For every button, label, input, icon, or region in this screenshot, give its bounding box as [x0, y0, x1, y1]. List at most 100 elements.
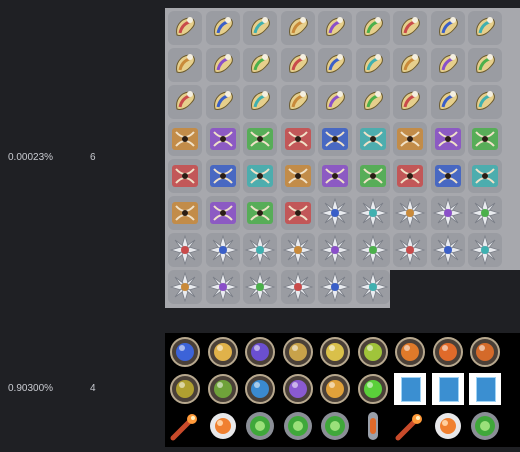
flower-icon [243, 270, 277, 304]
scroll-icon [393, 85, 427, 119]
eye-icon [282, 410, 314, 442]
flower-icon [468, 233, 502, 267]
scroll-icon [468, 48, 502, 82]
scroll-icon [243, 85, 277, 119]
orb-icon [282, 373, 314, 405]
scroll-icon [205, 48, 240, 82]
comet-icon [169, 410, 201, 442]
scroll-icon [205, 11, 240, 45]
rune-icon [205, 196, 240, 230]
rune-icon [243, 196, 277, 230]
rune-icon [393, 159, 427, 193]
rune-icon [430, 159, 465, 193]
drop-rate: 0.00023% [8, 152, 54, 163]
rune-icon [468, 122, 502, 156]
flower-icon [318, 233, 352, 267]
ring-icon [207, 410, 239, 442]
rune-icon [355, 159, 390, 193]
flower-icon [430, 196, 465, 230]
orb-icon [394, 336, 426, 368]
orb-icon [469, 336, 501, 368]
drop-rate: 0.90300% [8, 383, 54, 394]
eye-icon [244, 410, 276, 442]
flower-icon [168, 270, 202, 304]
scroll-icon [318, 11, 352, 45]
comet-icon [394, 410, 426, 442]
orb-icon [169, 336, 201, 368]
scroll-icon [168, 11, 202, 45]
rune-icon [355, 122, 390, 156]
scroll-icon [318, 85, 352, 119]
flower-icon [205, 270, 240, 304]
orb-icon [244, 336, 276, 368]
card-icon [394, 373, 426, 405]
orb-icon [207, 373, 239, 405]
orb-icon [169, 373, 201, 405]
flower-icon [355, 196, 390, 230]
scroll-icon [205, 85, 240, 119]
flower-icon [280, 233, 315, 267]
drop-row[interactable]: 0.00023% 6 [0, 0, 520, 325]
scroll-icon [318, 48, 352, 82]
orb-icon [207, 336, 239, 368]
flower-icon [318, 196, 352, 230]
drop-count: 4 [90, 383, 96, 394]
scroll-icon [168, 85, 202, 119]
rune-icon [318, 159, 352, 193]
rune-icon [280, 159, 315, 193]
card-icon [431, 373, 464, 405]
scroll-icon [468, 85, 502, 119]
rune-icon [393, 122, 427, 156]
rune-icon [168, 122, 202, 156]
eye-icon [469, 410, 501, 442]
flower-icon [430, 233, 465, 267]
flower-icon [280, 270, 315, 304]
scroll-icon [430, 85, 465, 119]
rune-icon [168, 159, 202, 193]
flower-icon [355, 233, 390, 267]
scroll-icon [355, 48, 390, 82]
rune-icon [205, 122, 240, 156]
scroll-icon [355, 85, 390, 119]
capsule-icon [357, 410, 389, 442]
rune-icon [168, 196, 202, 230]
scroll-icon [168, 48, 202, 82]
scroll-icon [430, 11, 465, 45]
scroll-icon [430, 48, 465, 82]
orb-icon [357, 336, 389, 368]
scroll-icon [393, 48, 427, 82]
flower-icon [205, 233, 240, 267]
scroll-icon [393, 11, 427, 45]
scroll-icon [280, 48, 315, 82]
rune-icon [280, 122, 315, 156]
drop-row[interactable]: 0.90300% 4 [0, 325, 520, 452]
scroll-icon [355, 11, 390, 45]
rune-icon [205, 159, 240, 193]
rune-icon [280, 196, 315, 230]
scroll-icon [280, 85, 315, 119]
eye-icon [319, 410, 351, 442]
flower-icon [393, 196, 427, 230]
sprite-sheet-preview [165, 8, 520, 308]
flower-icon [243, 233, 277, 267]
card-icon [469, 373, 501, 405]
flower-icon [393, 233, 427, 267]
orb-icon [357, 373, 389, 405]
orb-icon [282, 336, 314, 368]
flower-icon [468, 196, 502, 230]
flower-icon [355, 270, 390, 304]
rune-icon [243, 159, 277, 193]
scroll-icon [280, 11, 315, 45]
rune-icon [318, 122, 352, 156]
orb-icon [319, 373, 351, 405]
rune-icon [243, 122, 277, 156]
scroll-icon [243, 11, 277, 45]
orb-icon [432, 336, 464, 368]
flower-icon [318, 270, 352, 304]
orb-atlas-preview [165, 333, 520, 447]
rune-icon [468, 159, 502, 193]
orb-icon [244, 373, 276, 405]
orb-icon [319, 336, 351, 368]
scroll-icon [468, 11, 502, 45]
flower-icon [168, 233, 202, 267]
